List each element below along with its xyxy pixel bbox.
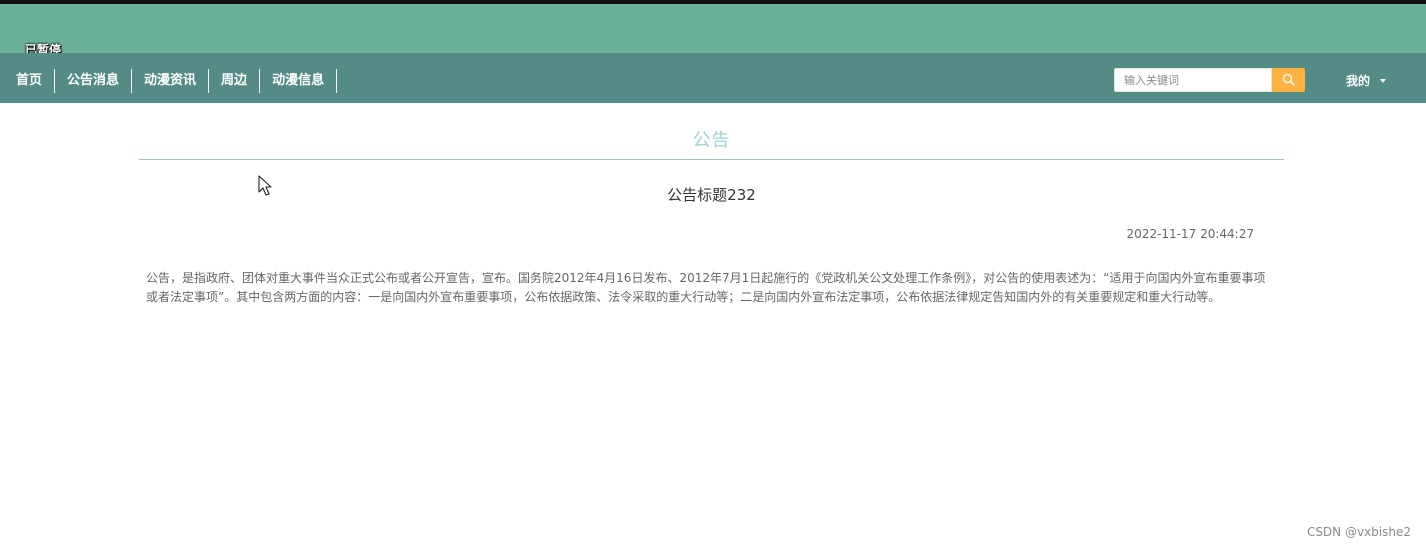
search-icon — [1282, 71, 1295, 90]
watermark: CSDN @vxbishe2 — [1306, 525, 1411, 539]
user-menu-dropdown[interactable]: 我的 — [1346, 72, 1387, 89]
nav-item-anime-news[interactable]: 动漫资讯 — [132, 69, 210, 93]
nav-item-announcements[interactable]: 公告消息 — [55, 69, 133, 93]
search-box — [1114, 68, 1272, 92]
notice-title: 公告标题232 — [667, 186, 756, 204]
nav-menu: 首页 公告消息 动漫资讯 周边 动漫信息 — [4, 68, 338, 94]
caret-down-icon — [1380, 78, 1387, 83]
nav-item-merchandise[interactable]: 周边 — [209, 69, 261, 93]
search-input[interactable] — [1115, 69, 1271, 92]
section-title: 公告 — [692, 130, 731, 151]
notice-body: 公告，是指政府、团体对重大事件当众正式公布或者公开宣告，宣布。国务院2012年4… — [146, 271, 1266, 304]
nav-item-home[interactable]: 首页 — [4, 69, 56, 93]
header-band — [0, 4, 1426, 53]
search-button[interactable] — [1272, 68, 1305, 92]
user-menu-label: 我的 — [1346, 74, 1371, 88]
nav-item-anime-info[interactable]: 动漫信息 — [260, 69, 338, 93]
notice-date: 2022-11-17 20:44:27 — [1126, 227, 1254, 241]
section-divider — [139, 159, 1284, 160]
